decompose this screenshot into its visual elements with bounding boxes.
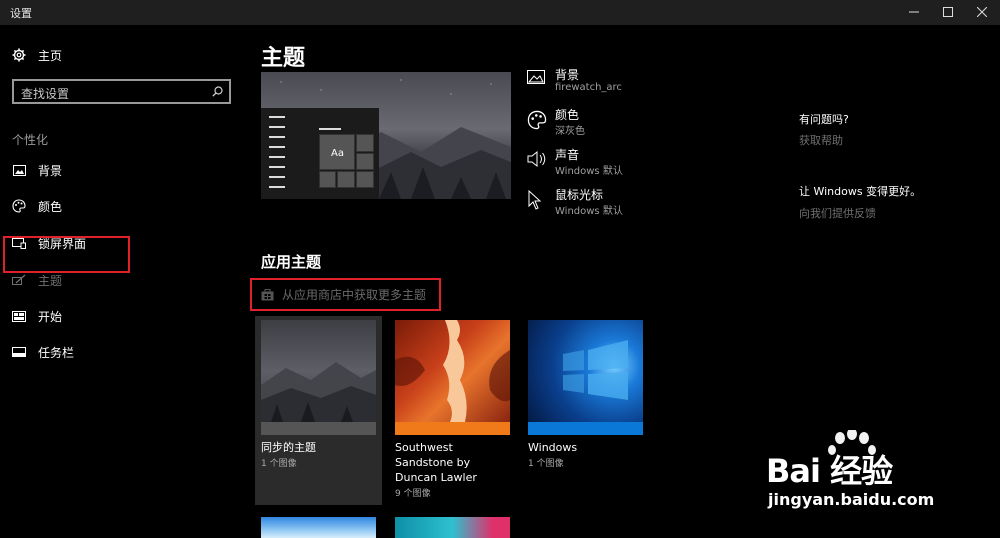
property-value: firewatch_arc — [555, 82, 622, 93]
theme-count: 1 个图像 — [261, 459, 297, 469]
apply-theme-heading: 应用主题 — [261, 253, 322, 271]
speaker-icon — [527, 150, 546, 168]
theme-thumbnail — [395, 320, 510, 422]
property-name: 鼠标光标 — [555, 188, 604, 202]
get-help-link[interactable]: 获取帮助 — [799, 132, 843, 148]
theme-card-sandstone[interactable]: Southwest Sandstone by Duncan Lawler 9 个… — [395, 320, 510, 499]
feedback-link[interactable]: 向我们提供反馈 — [799, 205, 876, 221]
property-value: 深灰色 — [555, 126, 585, 137]
theme-name: Southwest Sandstone by Duncan Lawler — [395, 441, 477, 484]
close-button[interactable] — [964, 0, 1000, 25]
picture-icon — [12, 164, 26, 176]
property-name: 颜色 — [555, 108, 580, 122]
brush-icon — [12, 274, 26, 285]
title-bar: 设置 — [0, 0, 1000, 25]
sidebar-item-label: 主题 — [38, 273, 63, 288]
property-background[interactable]: 背景 firewatch_arc — [527, 66, 757, 102]
highlight-box — [250, 278, 441, 311]
search-input[interactable]: 查找设置 — [12, 79, 231, 104]
sidebar-item-colors[interactable]: 颜色 — [12, 196, 212, 216]
picture-icon — [527, 70, 545, 84]
palette-icon — [12, 199, 26, 213]
sidebar-item-label: 背景 — [38, 163, 63, 178]
property-color[interactable]: 颜色 深灰色 — [527, 106, 757, 142]
minimize-icon — [909, 11, 919, 13]
palette-icon — [527, 110, 547, 130]
property-value: Windows 默认 — [555, 206, 623, 217]
search-placeholder: 查找设置 — [21, 87, 70, 101]
minimize-button[interactable] — [896, 0, 932, 25]
sidebar-item-taskbar[interactable]: 任务栏 — [12, 342, 212, 362]
help-heading: 有问题吗? — [799, 113, 849, 126]
property-name: 声音 — [555, 148, 580, 162]
search-icon — [212, 86, 223, 97]
close-icon — [977, 7, 987, 17]
home-label: 主页 — [38, 48, 63, 63]
theme-name: Windows — [528, 441, 578, 454]
watermark-url: jingyan.baidu.com — [768, 490, 935, 509]
watermark-brand: Bai 经验 — [766, 452, 893, 490]
maximize-icon — [943, 7, 953, 17]
theme-thumbnail[interactable] — [261, 517, 376, 538]
preview-aa: Aa — [331, 148, 344, 159]
watermark: Bai 经验 jingyan.baidu.com — [762, 430, 962, 530]
theme-thumbnail — [261, 320, 376, 422]
page-title: 主题 — [261, 46, 306, 71]
theme-card-windows[interactable]: Windows 1 个图像 — [528, 320, 643, 469]
property-cursor[interactable]: 鼠标光标 Windows 默认 — [527, 186, 757, 222]
sidebar-item-label: 开始 — [38, 309, 63, 324]
theme-name: 同步的主题 — [261, 441, 316, 454]
section-heading: 个性化 — [12, 133, 49, 147]
theme-count: 9 个图像 — [395, 489, 431, 499]
theme-count: 1 个图像 — [528, 459, 564, 469]
maximize-button[interactable] — [930, 0, 966, 25]
theme-preview: Aa — [261, 72, 511, 199]
theme-thumbnail — [528, 320, 643, 422]
sidebar-item-themes[interactable]: 主题 — [12, 270, 212, 290]
property-value: Windows 默认 — [555, 166, 623, 177]
start-icon — [12, 310, 26, 322]
property-name: 背景 — [555, 68, 580, 82]
home-link[interactable]: 主页 — [12, 45, 62, 65]
improve-heading: 让 Windows 变得更好。 — [799, 185, 922, 198]
highlight-box — [3, 236, 130, 273]
sidebar-item-start[interactable]: 开始 — [12, 306, 212, 326]
gear-icon — [12, 48, 26, 62]
cursor-icon — [528, 190, 542, 210]
theme-card-synced[interactable]: 同步的主题 1 个图像 — [261, 320, 376, 469]
property-sound[interactable]: 声音 Windows 默认 — [527, 146, 757, 182]
window-title: 设置 — [10, 7, 32, 20]
sidebar: 主页 查找设置 个性化 背景 颜色 锁屏界面 主题 开始 任务栏 — [0, 25, 245, 538]
sidebar-item-label: 任务栏 — [38, 345, 75, 360]
sidebar-item-background[interactable]: 背景 — [12, 160, 212, 180]
taskbar-icon — [12, 347, 26, 357]
sidebar-item-label: 颜色 — [38, 199, 63, 214]
theme-thumbnail[interactable] — [395, 517, 510, 538]
